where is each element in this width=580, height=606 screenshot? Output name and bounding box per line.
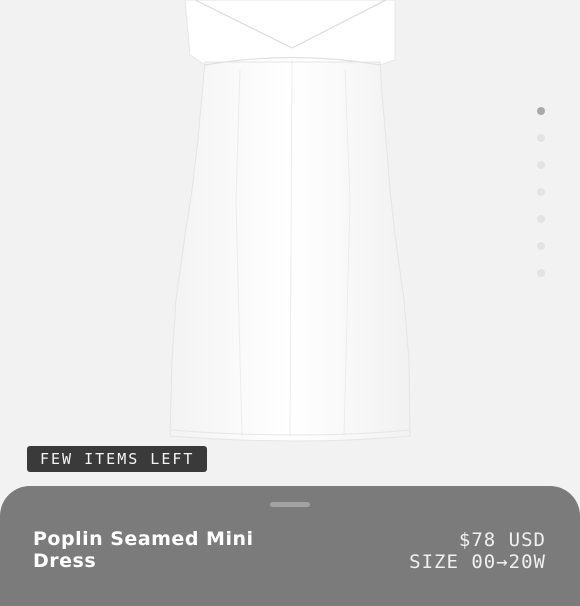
size-range: SIZE 00→20W <box>409 551 546 573</box>
pagination-dot[interactable] <box>537 215 545 223</box>
pagination-dot[interactable] <box>537 242 545 250</box>
product-price: $78 USD <box>458 529 546 551</box>
pagination-dot[interactable] <box>537 188 545 196</box>
stock-badge: FEW ITEMS LEFT <box>27 446 208 472</box>
pagination-dot[interactable] <box>537 107 545 115</box>
gallery-pagination <box>537 107 547 296</box>
product-title: Poplin Seamed Mini Dress <box>33 528 254 572</box>
pagination-dot[interactable] <box>537 134 545 142</box>
sheet-drag-handle[interactable] <box>270 502 310 507</box>
product-info-sheet[interactable]: Poplin Seamed Mini Dress $78 USD SIZE 00… <box>0 486 580 606</box>
pagination-dot[interactable] <box>537 161 545 169</box>
pagination-dot[interactable] <box>537 269 545 277</box>
